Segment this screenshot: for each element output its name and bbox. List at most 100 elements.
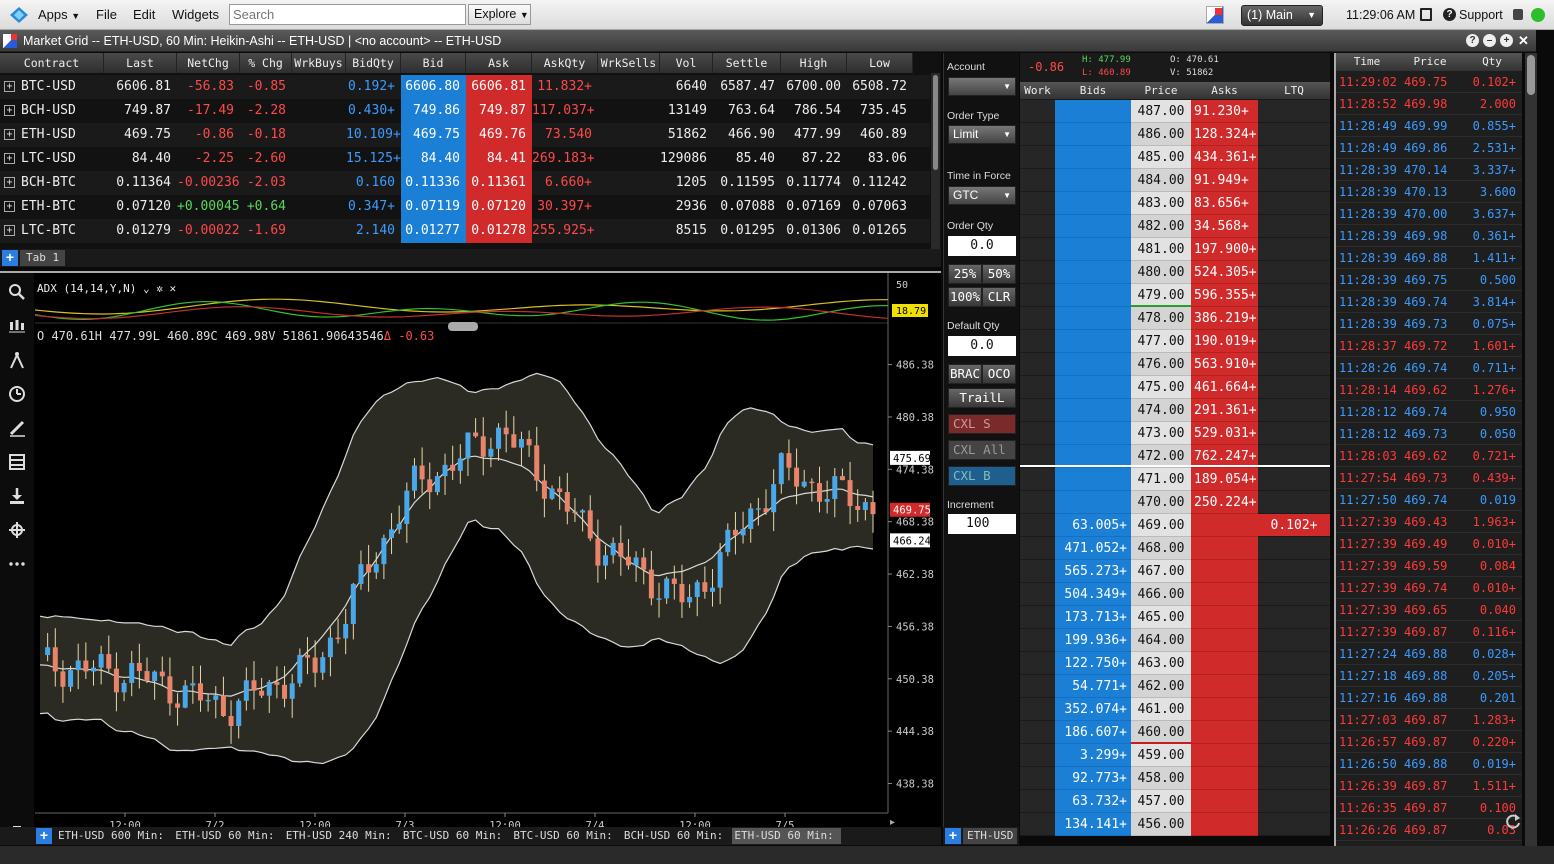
workspace-select[interactable]: (1) Main ▼ [1241, 5, 1323, 26]
ask-cell[interactable] [1191, 606, 1258, 629]
chart-tab[interactable]: ETH-USD 240 Min: [284, 828, 399, 844]
cell-ask[interactable]: 84.41 [466, 147, 532, 171]
ask-cell[interactable]: 83.656+ [1191, 192, 1258, 215]
ladder-row[interactable]: 475.00 461.664+ [1020, 376, 1330, 399]
ask-cell[interactable]: 34.568+ [1191, 215, 1258, 238]
support-link[interactable]: Support [1459, 8, 1503, 22]
ask-cell[interactable] [1191, 514, 1258, 537]
work-cell[interactable] [1020, 192, 1055, 215]
bid-cell[interactable] [1055, 146, 1131, 169]
ladder-row[interactable]: 486.00 128.324+ [1020, 123, 1330, 146]
search-input[interactable] [229, 4, 466, 25]
work-cell[interactable] [1020, 238, 1055, 261]
ask-cell[interactable] [1191, 744, 1258, 767]
bid-cell[interactable] [1055, 330, 1131, 353]
ask-cell[interactable] [1191, 698, 1258, 721]
bid-cell[interactable]: 199.936+ [1055, 629, 1131, 652]
col-header-last[interactable]: Last [104, 53, 177, 73]
search-icon[interactable] [8, 283, 26, 301]
cell-ask[interactable]: 0.11361 [466, 171, 532, 195]
col-header-contract[interactable]: Contract [0, 53, 104, 73]
ask-cell[interactable]: 190.019+ [1191, 330, 1258, 353]
work-cell[interactable] [1020, 675, 1055, 698]
help-icon[interactable]: ? [1466, 34, 1479, 47]
cancel-all-button[interactable]: CXL All [948, 440, 1016, 460]
col-header-settle[interactable]: Settle [713, 53, 781, 73]
ladder-row[interactable]: 479.00 596.355+ [1020, 284, 1330, 307]
window-menu-icon[interactable] [3, 34, 17, 48]
col-header-ask[interactable]: Ask [466, 53, 532, 73]
bid-cell[interactable] [1055, 169, 1131, 192]
bid-cell[interactable]: 352.074+ [1055, 698, 1131, 721]
work-cell[interactable] [1020, 330, 1055, 353]
chart-tab[interactable]: BCH-USD 60 Min: [622, 828, 731, 844]
table-row[interactable]: + ETH-BTC 0.07120 +0.00045 +0.64 0.347+ 0.0711… [0, 195, 930, 219]
ask-cell[interactable]: 291.361+ [1191, 399, 1258, 422]
ladder-row[interactable]: 122.750+ 463.00 [1020, 652, 1330, 675]
bid-cell[interactable]: 565.273+ [1055, 560, 1131, 583]
pane-splitter[interactable] [448, 322, 478, 331]
widgets-menu[interactable]: Widgets [172, 7, 219, 22]
table-row[interactable]: + BTC-USD 6606.81 -56.83 -0.85 0.192+ 6606.80 6… [0, 75, 930, 99]
expand-icon[interactable]: + [4, 129, 15, 140]
qty-100-button[interactable]: 100% [948, 287, 982, 307]
ask-cell[interactable] [1191, 652, 1258, 675]
col-header-high[interactable]: High [781, 53, 847, 73]
bid-cell[interactable] [1055, 215, 1131, 238]
chevron-down-icon[interactable]: ⌄ [143, 282, 150, 295]
close-icon[interactable]: ✕ [169, 282, 176, 295]
col-header-bid[interactable]: Bid [401, 53, 466, 73]
chart-tab[interactable]: BTC-USD 60 Min: [511, 828, 620, 844]
ask-cell[interactable]: 250.224+ [1191, 491, 1258, 514]
ladder-row[interactable]: 471.00 189.054+ [1020, 468, 1330, 491]
expand-icon[interactable]: + [4, 201, 15, 212]
cell-bid[interactable]: 6606.80 [401, 75, 466, 99]
work-cell[interactable] [1020, 491, 1055, 514]
work-cell[interactable] [1020, 261, 1055, 284]
ts-scrollbar[interactable] [1525, 53, 1537, 846]
work-cell[interactable] [1020, 537, 1055, 560]
trailing-button[interactable]: TrailL [948, 388, 1016, 408]
bid-cell[interactable] [1055, 491, 1131, 514]
ask-cell[interactable]: 461.664+ [1191, 376, 1258, 399]
ladder-row[interactable]: 471.052+ 468.00 [1020, 537, 1330, 560]
bid-cell[interactable]: 3.299+ [1055, 744, 1131, 767]
work-cell[interactable] [1020, 100, 1055, 123]
work-cell[interactable] [1020, 629, 1055, 652]
settings-icon[interactable]: ✲ [156, 282, 163, 295]
work-cell[interactable] [1020, 560, 1055, 583]
ask-cell[interactable]: 524.305+ [1191, 261, 1258, 284]
work-cell[interactable] [1020, 123, 1055, 146]
bid-cell[interactable]: 173.713+ [1055, 606, 1131, 629]
bid-cell[interactable] [1055, 399, 1131, 422]
ask-cell[interactable] [1191, 790, 1258, 813]
ask-cell[interactable]: 189.054+ [1191, 468, 1258, 491]
work-cell[interactable] [1020, 353, 1055, 376]
bid-cell[interactable] [1055, 376, 1131, 399]
clock-icon[interactable] [8, 385, 26, 403]
bid-cell[interactable]: 63.732+ [1055, 790, 1131, 813]
bid-cell[interactable]: 63.005+ [1055, 514, 1131, 537]
ladder-tab-eth-usd[interactable]: ETH-USD [963, 828, 1018, 844]
cell-bid[interactable]: 84.40 [401, 147, 466, 171]
bid-cell[interactable] [1055, 284, 1131, 307]
col-header-askqty[interactable]: AskQty [532, 53, 598, 73]
ladder-row[interactable]: 3.299+ 459.00 [1020, 744, 1330, 767]
oco-button[interactable]: OCO [982, 364, 1016, 384]
qty-50-button[interactable]: 50% [982, 264, 1016, 284]
account-select[interactable]: ▼ [948, 77, 1016, 96]
cell-ask[interactable]: 469.76 [466, 123, 532, 147]
expand-icon[interactable]: + [4, 81, 15, 92]
expand-icon[interactable]: + [4, 153, 15, 164]
ladder-row[interactable]: 199.936+ 464.00 [1020, 629, 1330, 652]
col-header-wrkbuys[interactable]: WrkBuys [292, 53, 346, 73]
ladder-row[interactable]: 474.00 291.361+ [1020, 399, 1330, 422]
ladder-row[interactable]: 63.732+ 457.00 [1020, 790, 1330, 813]
ladder-row[interactable]: 504.349+ 466.00 [1020, 583, 1330, 606]
ask-cell[interactable]: 596.355+ [1191, 284, 1258, 307]
ladder-row[interactable]: 473.00 529.031+ [1020, 422, 1330, 445]
ask-cell[interactable]: 91.949+ [1191, 169, 1258, 192]
default-qty-input[interactable]: 0.0 [948, 336, 1016, 356]
increment-input[interactable]: 100 [948, 514, 1016, 534]
chart-tab[interactable]: ETH-USD 60 Min: [732, 828, 841, 844]
